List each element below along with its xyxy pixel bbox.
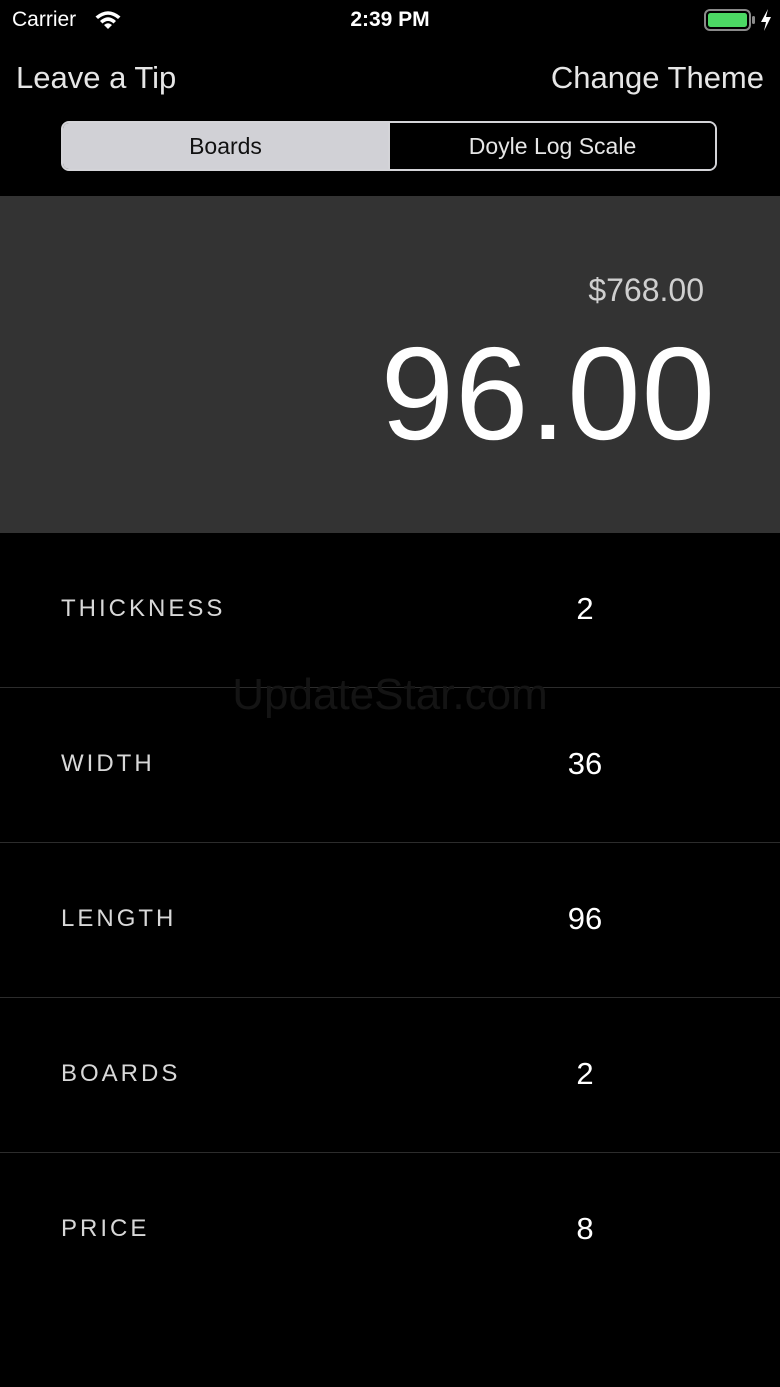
board-feet-result: 96.00 <box>380 320 716 467</box>
length-label: LENGTH <box>61 905 177 932</box>
battery-icon <box>704 9 755 31</box>
thickness-label: THICKNESS <box>61 595 226 622</box>
input-row-boards[interactable]: BOARDS 2 <box>0 998 780 1153</box>
boards-value[interactable]: 2 <box>485 1056 685 1092</box>
status-time: 2:39 PM <box>350 8 430 31</box>
input-row-length[interactable]: LENGTH 96 <box>0 843 780 998</box>
change-theme-button[interactable]: Change Theme <box>551 60 764 96</box>
length-value[interactable]: 96 <box>485 901 685 937</box>
price-value[interactable]: 8 <box>485 1211 685 1247</box>
segment-boards[interactable]: Boards <box>63 123 388 169</box>
segment-doyle-log-scale[interactable]: Doyle Log Scale <box>388 123 715 169</box>
input-list: THICKNESS 2 WIDTH 36 LENGTH 96 BOARDS 2 … <box>0 533 780 1307</box>
leave-a-tip-button[interactable]: Leave a Tip <box>16 60 176 96</box>
result-panel: $768.00 96.00 <box>0 196 780 533</box>
input-row-thickness[interactable]: THICKNESS 2 <box>0 533 780 688</box>
width-label: WIDTH <box>61 750 155 777</box>
width-value[interactable]: 36 <box>485 746 685 782</box>
input-row-price[interactable]: PRICE 8 <box>0 1153 780 1307</box>
charging-bolt-icon <box>761 9 771 31</box>
thickness-value[interactable]: 2 <box>485 591 685 627</box>
calculation-mode-segmented-control: Boards Doyle Log Scale <box>61 121 717 171</box>
price-label: PRICE <box>61 1215 150 1242</box>
input-row-width[interactable]: WIDTH 36 <box>0 688 780 843</box>
boards-label: BOARDS <box>61 1060 181 1087</box>
status-bar: Carrier 2:39 PM <box>0 0 780 40</box>
total-price: $768.00 <box>588 272 704 308</box>
